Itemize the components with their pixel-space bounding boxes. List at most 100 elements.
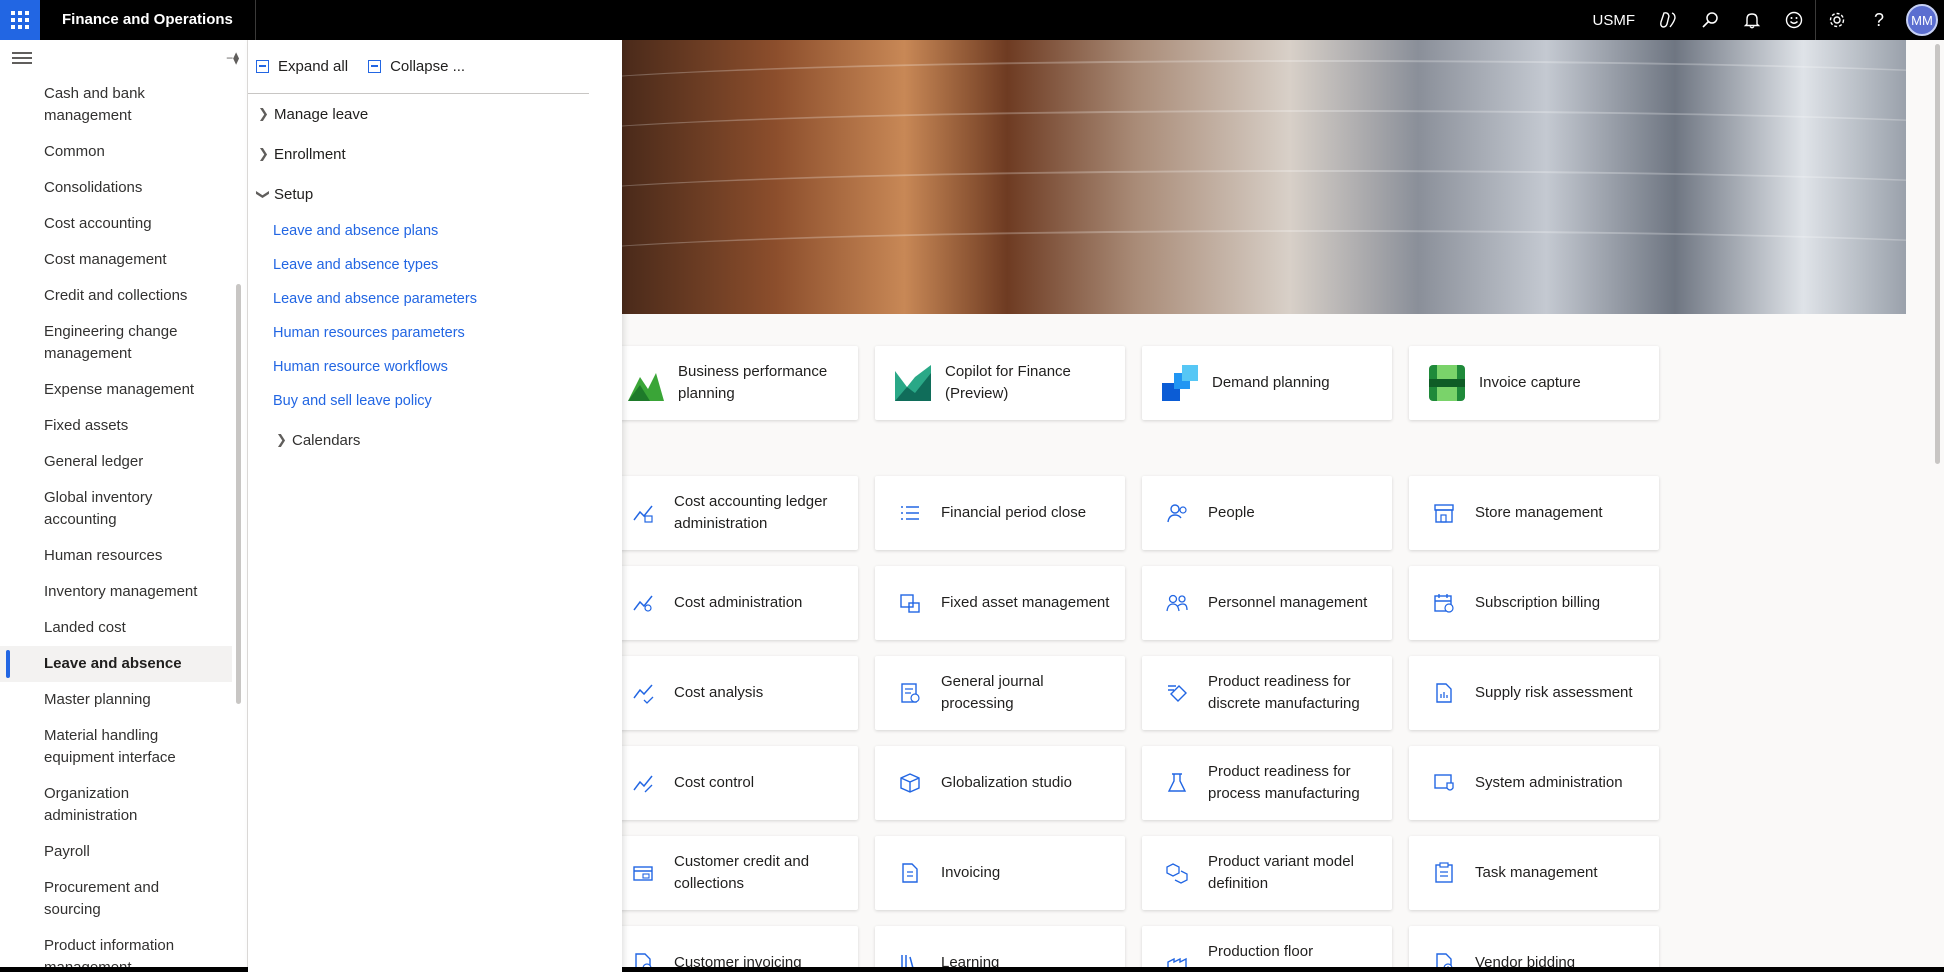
group-enrollment[interactable]: ❯ Enrollment bbox=[248, 134, 622, 174]
collapse-all-button[interactable]: Collapse ... bbox=[368, 58, 465, 75]
link-human-resources-parameters[interactable]: Human resources parameters bbox=[248, 316, 622, 350]
group-label: Setup bbox=[274, 185, 314, 203]
product-readiness-icon bbox=[1168, 685, 1187, 702]
nav-item-product-information-management[interactable]: Product information management bbox=[0, 928, 232, 972]
nav-item-general-ledger[interactable]: General ledger bbox=[0, 444, 232, 480]
tile-product-variant-model-definition[interactable]: Product variant model definition bbox=[1142, 836, 1392, 910]
nav-item-inventory-management[interactable]: Inventory management bbox=[0, 574, 232, 610]
tile-label: Task management bbox=[1475, 864, 1598, 881]
link-leave-and-absence-parameters[interactable]: Leave and absence parameters bbox=[248, 282, 622, 316]
group-setup[interactable]: ❯ Setup bbox=[248, 174, 622, 214]
invoice-capture-icon bbox=[1425, 361, 1469, 405]
link-buy-and-sell-leave-policy[interactable]: Buy and sell leave policy bbox=[248, 384, 622, 418]
tile-system-administration[interactable]: System administration bbox=[1409, 746, 1659, 820]
group-calendars[interactable]: ❯ Calendars bbox=[248, 420, 622, 460]
tile-invoicing[interactable]: Invoicing bbox=[875, 836, 1125, 910]
page-scrollbar[interactable] bbox=[1935, 44, 1940, 464]
flyout-actions: Expand all Collapse ... bbox=[248, 40, 589, 94]
nav-item-organization-administration[interactable]: Organization administration bbox=[0, 776, 232, 834]
tile-label: Product readiness for process manufactur… bbox=[1208, 763, 1360, 802]
personnel-icon bbox=[1166, 594, 1188, 612]
tile-financial-period-close[interactable]: Financial period close bbox=[875, 476, 1125, 550]
nav-item-master-planning[interactable]: Master planning bbox=[0, 682, 232, 718]
nav-item-global-inventory-accounting[interactable]: Global inventory accounting bbox=[0, 480, 232, 538]
gear-icon[interactable] bbox=[1816, 0, 1858, 40]
chevron-right-icon: ❯ bbox=[258, 106, 269, 121]
company-picker[interactable]: USMF bbox=[1593, 12, 1636, 29]
nav-item-leave-and-absence[interactable]: Leave and absence bbox=[0, 646, 232, 682]
chart-line-icon bbox=[633, 505, 653, 523]
top-bar: Finance and Operations USMF ? MM bbox=[0, 0, 1944, 40]
tile-customer-credit-and-collections[interactable]: Customer credit and collections bbox=[608, 836, 858, 910]
nav-item-material-handling[interactable]: Material handling equipment interface bbox=[0, 718, 232, 776]
tile-personnel-management[interactable]: Personnel management bbox=[1142, 566, 1392, 640]
tile-learning[interactable]: Learning bbox=[875, 926, 1125, 972]
tile-cost-control[interactable]: Cost control bbox=[608, 746, 858, 820]
expand-all-button[interactable]: Expand all bbox=[256, 58, 348, 75]
tile-label: General journal processing bbox=[941, 673, 1044, 712]
pin-icon[interactable]: −⧫ bbox=[226, 51, 239, 65]
business-performance-planning-icon bbox=[624, 361, 668, 405]
nav-item-cash-and-bank[interactable]: Cash and bank management bbox=[0, 76, 232, 134]
nav-item-human-resources[interactable]: Human resources bbox=[0, 538, 232, 574]
tile-label: Financial period close bbox=[941, 504, 1087, 521]
nav-item-engineering-change[interactable]: Engineering change management bbox=[0, 314, 232, 372]
invoice-icon bbox=[902, 863, 918, 883]
top-right-controls: USMF ? MM bbox=[1593, 0, 1944, 40]
nav-item-cost-management[interactable]: Cost management bbox=[0, 242, 232, 278]
tile-fixed-asset-management[interactable]: Fixed asset management bbox=[875, 566, 1125, 640]
tile-vendor-bidding[interactable]: Vendor bidding bbox=[1409, 926, 1659, 972]
search-icon[interactable] bbox=[1689, 0, 1731, 40]
tile-cost-analysis[interactable]: Cost analysis bbox=[608, 656, 858, 730]
tile-general-journal-processing[interactable]: General journal processing bbox=[875, 656, 1125, 730]
copilot-for-finance-icon bbox=[891, 361, 935, 405]
smiley-icon[interactable] bbox=[1773, 0, 1815, 40]
help-icon[interactable]: ? bbox=[1858, 0, 1900, 40]
app-title[interactable]: Finance and Operations bbox=[40, 0, 256, 40]
tile-label: People bbox=[1208, 504, 1255, 521]
tile-cost-administration[interactable]: Cost administration bbox=[608, 566, 858, 640]
chevron-right-icon: ❯ bbox=[258, 146, 269, 161]
nav-item-cost-accounting[interactable]: Cost accounting bbox=[0, 206, 232, 242]
expand-all-label: Expand all bbox=[278, 58, 349, 75]
nav-item-payroll[interactable]: Payroll bbox=[0, 834, 232, 870]
app-launcher-button[interactable] bbox=[0, 0, 40, 40]
nav-item-common[interactable]: Common bbox=[0, 134, 232, 170]
tile-customer-invoicing[interactable]: Customer invoicing bbox=[608, 926, 858, 972]
avatar[interactable]: MM bbox=[1906, 4, 1938, 36]
clipboard-icon bbox=[1435, 862, 1453, 883]
nav-item-expense-management[interactable]: Expense management bbox=[0, 372, 232, 408]
tile-supply-risk-assessment[interactable]: Supply risk assessment bbox=[1409, 656, 1659, 730]
tile-subscription-billing[interactable]: Subscription billing bbox=[1409, 566, 1659, 640]
group-label: Calendars bbox=[292, 431, 361, 449]
tile-task-management[interactable]: Task management bbox=[1409, 836, 1659, 910]
copilot-icon[interactable] bbox=[1647, 0, 1689, 40]
nav-item-procurement-and-sourcing[interactable]: Procurement and sourcing bbox=[0, 870, 232, 928]
tile-product-readiness-discrete[interactable]: Product readiness for discrete manufactu… bbox=[1142, 656, 1392, 730]
tile-cost-accounting-ledger-administration[interactable]: Cost accounting ledger administration bbox=[608, 476, 858, 550]
bell-icon[interactable] bbox=[1731, 0, 1773, 40]
document-chart-icon bbox=[1436, 683, 1452, 703]
link-leave-and-absence-types[interactable]: Leave and absence types bbox=[248, 248, 622, 282]
link-human-resource-workflows[interactable]: Human resource workflows bbox=[248, 350, 622, 384]
tile-production-floor-management[interactable]: Production floor management bbox=[1142, 926, 1392, 972]
group-manage-leave[interactable]: ❯ Manage leave bbox=[248, 94, 622, 134]
tile-store-management[interactable]: Store management bbox=[1409, 476, 1659, 550]
tile-copilot-for-finance[interactable]: Copilot for Finance (Preview) bbox=[875, 346, 1125, 420]
nav-scrollbar[interactable] bbox=[236, 284, 241, 704]
tile-globalization-studio[interactable]: Globalization studio bbox=[875, 746, 1125, 820]
tile-invoice-capture[interactable]: Invoice capture bbox=[1409, 346, 1659, 420]
nav-item-credit-and-collections[interactable]: Credit and collections bbox=[0, 278, 232, 314]
tile-business-performance-planning[interactable]: Business performance planning bbox=[608, 346, 858, 420]
nav-item-fixed-assets[interactable]: Fixed assets bbox=[0, 408, 232, 444]
tile-product-readiness-process[interactable]: Product readiness for process manufactur… bbox=[1142, 746, 1392, 820]
hamburger-icon[interactable] bbox=[12, 52, 32, 64]
link-leave-and-absence-plans[interactable]: Leave and absence plans bbox=[248, 214, 622, 248]
nav-item-landed-cost[interactable]: Landed cost bbox=[0, 610, 232, 646]
nav-item-consolidations[interactable]: Consolidations bbox=[0, 170, 232, 206]
tile-demand-planning[interactable]: Demand planning bbox=[1142, 346, 1392, 420]
tile-label: Invoice capture bbox=[1479, 374, 1581, 391]
module-flyout: Expand all Collapse ... ❯ Manage leave ❯… bbox=[248, 40, 622, 972]
tile-people[interactable]: People bbox=[1142, 476, 1392, 550]
tile-label: Personnel management bbox=[1208, 594, 1368, 611]
